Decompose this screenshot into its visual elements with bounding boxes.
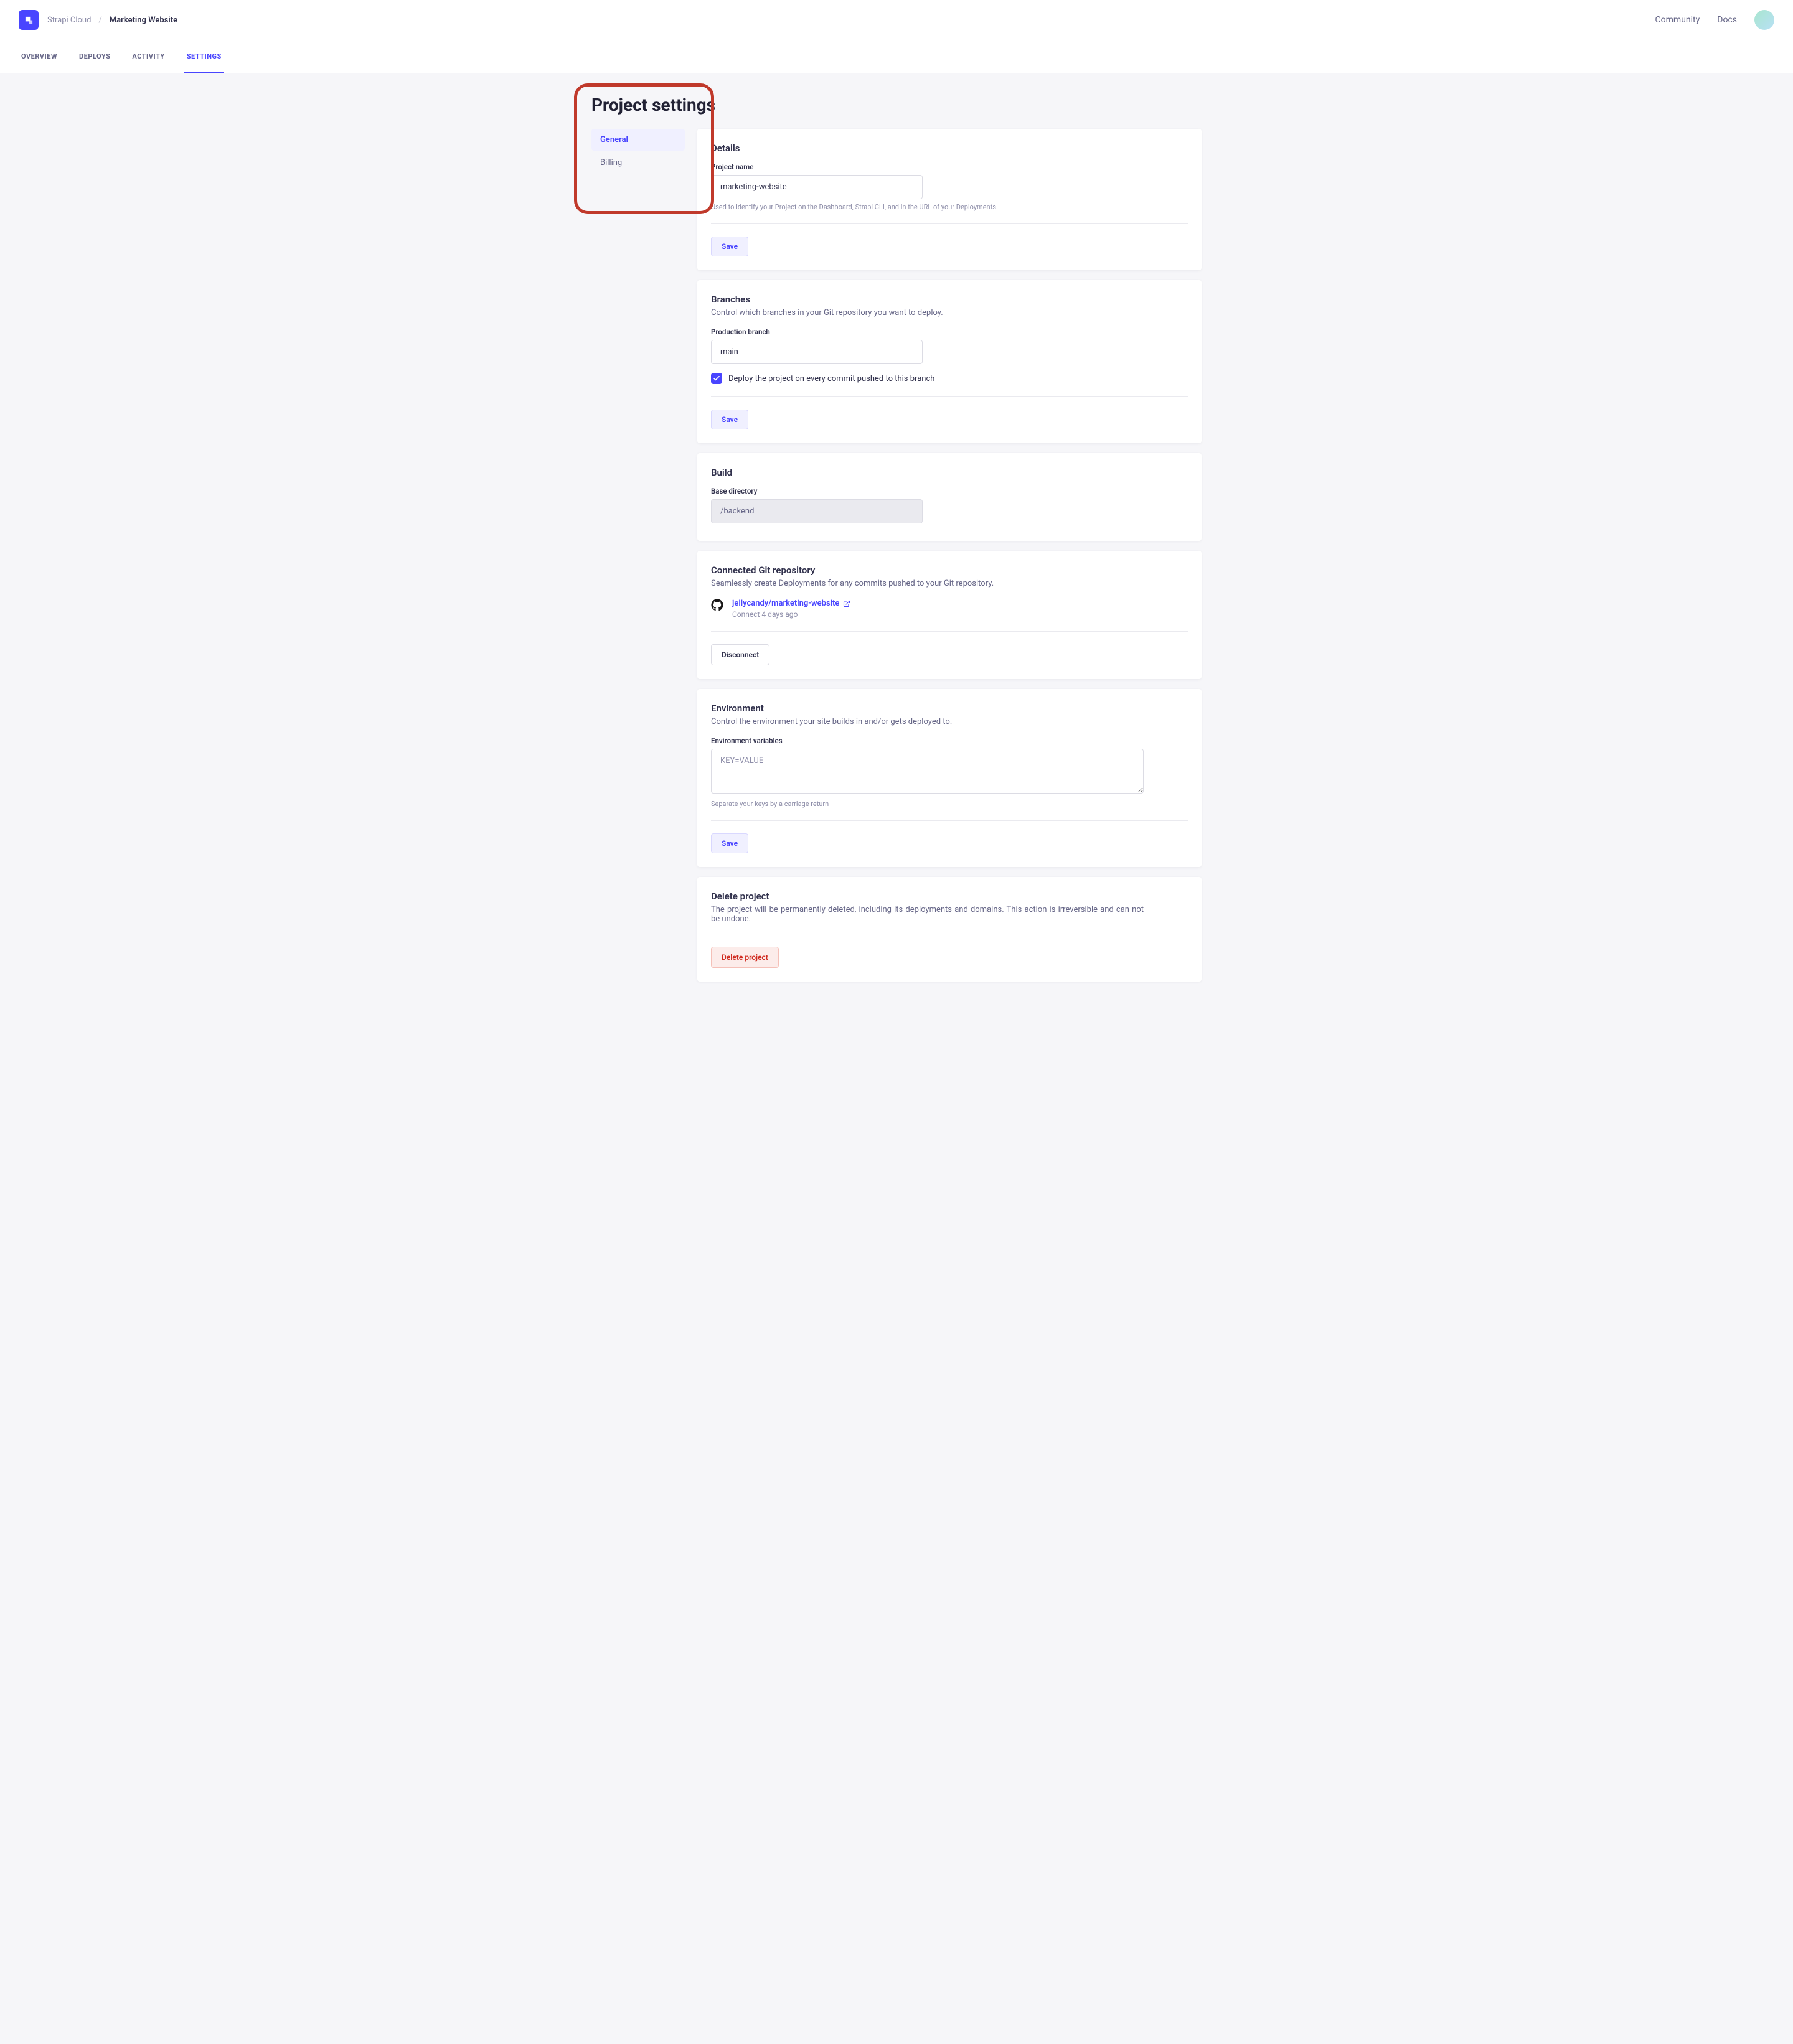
repo-link[interactable]: jellycandy/marketing-website: [732, 599, 850, 608]
production-branch-input[interactable]: [711, 340, 923, 364]
page-title: Project settings: [591, 95, 1202, 115]
divider: [711, 223, 1188, 224]
base-directory-input: [711, 499, 923, 523]
branches-save-button[interactable]: Save: [711, 410, 748, 429]
divider: [711, 820, 1188, 821]
env-desc: Control the environment your site builds…: [711, 717, 1188, 726]
env-save-button[interactable]: Save: [711, 833, 748, 853]
tabs: OVERVIEW DEPLOYS ACTIVITY SETTINGS: [0, 40, 1793, 73]
env-title: Environment: [711, 703, 1188, 714]
auto-deploy-checkbox[interactable]: [711, 373, 722, 384]
nav-community[interactable]: Community: [1655, 15, 1700, 25]
card-environment: Environment Control the environment your…: [697, 689, 1202, 867]
card-branches: Branches Control which branches in your …: [697, 280, 1202, 443]
external-link-icon: [843, 600, 850, 607]
card-delete-project: Delete project The project will be perma…: [697, 877, 1202, 982]
branches-desc: Control which branches in your Git repos…: [711, 308, 1188, 317]
project-name-help: Used to identify your Project on the Das…: [711, 203, 1188, 211]
details-title: Details: [711, 143, 1188, 154]
settings-sidebar: General Billing: [591, 129, 685, 175]
breadcrumb-separator: /: [98, 16, 101, 25]
sidebar-item-general[interactable]: General: [591, 129, 685, 151]
card-build: Build Base directory: [697, 453, 1202, 541]
divider: [711, 396, 1188, 397]
delete-project-button[interactable]: Delete project: [711, 947, 779, 968]
project-name-label: Project name: [711, 162, 1188, 171]
env-vars-label: Environment variables: [711, 736, 1188, 745]
nav-docs[interactable]: Docs: [1717, 15, 1737, 25]
base-directory-label: Base directory: [711, 487, 1188, 495]
divider: [711, 631, 1188, 632]
card-details: Details Project name Used to identify yo…: [697, 129, 1202, 270]
repo-desc: Seamlessly create Deployments for any co…: [711, 579, 1188, 588]
project-name-input[interactable]: [711, 175, 923, 199]
card-git-repo: Connected Git repository Seamlessly crea…: [697, 551, 1202, 679]
details-save-button[interactable]: Save: [711, 237, 748, 256]
repo-title: Connected Git repository: [711, 565, 1188, 576]
delete-desc: The project will be permanently deleted,…: [711, 905, 1144, 924]
breadcrumb-current[interactable]: Marketing Website: [110, 16, 177, 25]
env-vars-textarea[interactable]: [711, 749, 1144, 794]
production-branch-label: Production branch: [711, 327, 1188, 336]
breadcrumb: Strapi Cloud / Marketing Website: [47, 16, 177, 25]
tab-settings[interactable]: SETTINGS: [184, 40, 224, 73]
delete-title: Delete project: [711, 891, 1188, 902]
top-bar: Strapi Cloud / Marketing Website Communi…: [0, 0, 1793, 40]
breadcrumb-root[interactable]: Strapi Cloud: [47, 16, 91, 25]
branches-title: Branches: [711, 294, 1188, 305]
check-icon: [713, 376, 720, 381]
disconnect-button[interactable]: Disconnect: [711, 644, 769, 665]
strapi-logo[interactable]: [19, 10, 39, 30]
build-title: Build: [711, 467, 1188, 478]
repo-link-text: jellycandy/marketing-website: [732, 599, 839, 608]
avatar[interactable]: [1754, 10, 1774, 30]
auto-deploy-label: Deploy the project on every commit pushe…: [728, 374, 934, 383]
tab-deploys[interactable]: DEPLOYS: [77, 40, 113, 73]
env-vars-help: Separate your keys by a carriage return: [711, 800, 1188, 808]
tab-activity[interactable]: ACTIVITY: [129, 40, 167, 73]
sidebar-item-billing[interactable]: Billing: [591, 152, 685, 174]
tab-overview[interactable]: OVERVIEW: [19, 40, 60, 73]
repo-connected-meta: Connect 4 days ago: [732, 610, 850, 619]
github-icon: [711, 599, 723, 611]
